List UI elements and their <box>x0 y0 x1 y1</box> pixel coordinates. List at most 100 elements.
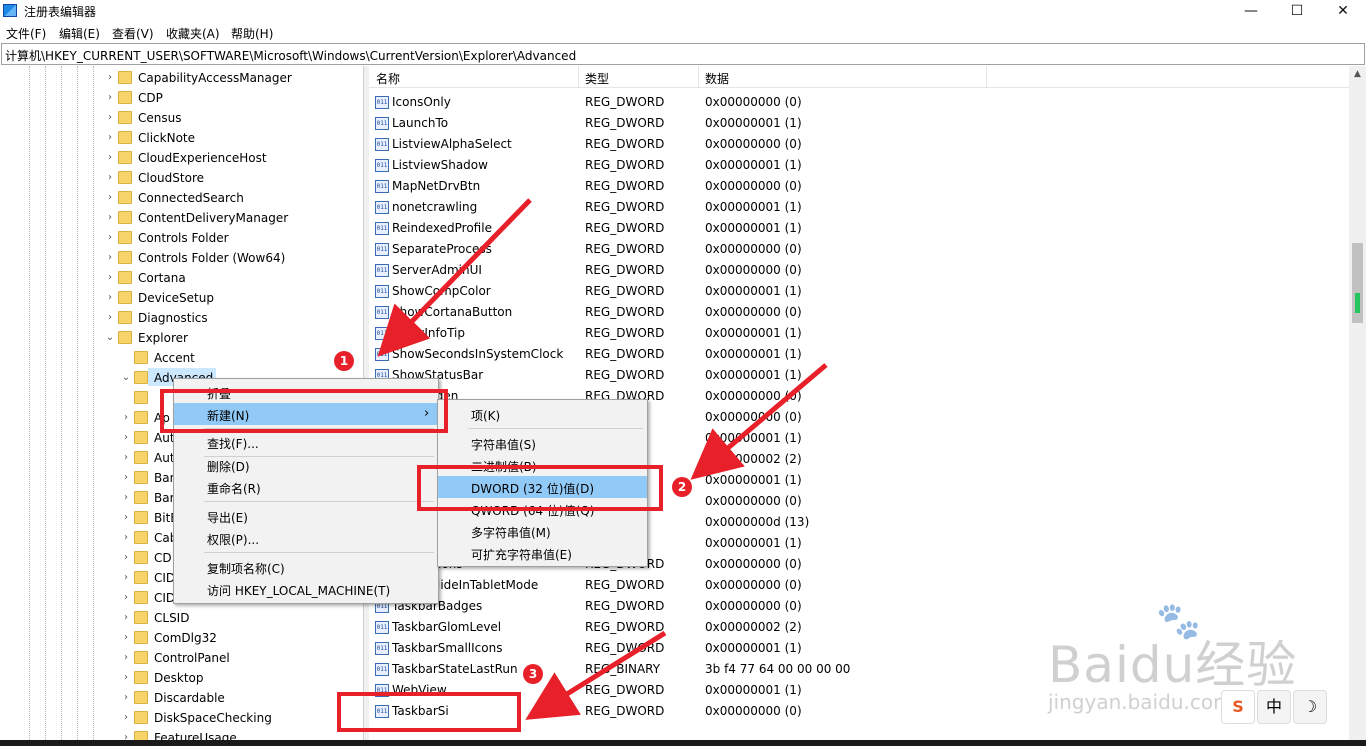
value-data: 0x00000000 (0) <box>705 704 802 718</box>
expand-arrow-icon[interactable]: › <box>104 92 116 103</box>
expand-arrow-icon[interactable]: › <box>120 532 132 543</box>
expand-arrow-icon[interactable]: › <box>120 652 132 663</box>
tree-node-label: Controls Folder (Wow64) <box>138 251 286 265</box>
folder-icon <box>134 491 148 504</box>
list-row[interactable]: 011 ListviewShadow REG_DWORD 0x00000001 (1) <box>369 155 1349 176</box>
folder-icon <box>118 191 132 204</box>
column-divider[interactable] <box>986 66 987 88</box>
expand-arrow-icon[interactable]: › <box>120 712 132 723</box>
list-row[interactable]: 011 SeparateProcess REG_DWORD 0x00000000 (0… <box>369 239 1349 260</box>
expand-arrow-icon[interactable]: › <box>120 432 132 443</box>
list-row[interactable]: 011 ListviewAlphaSelect REG_DWORD 0x0000000… <box>369 134 1349 155</box>
menu-view[interactable]: 查看(V) <box>112 25 154 42</box>
list-row[interactable]: 011 ShowCompColor REG_DWORD 0x00000001 (1) <box>369 281 1349 302</box>
expand-arrow-icon[interactable]: › <box>104 192 116 203</box>
submenu-item-multi-string[interactable]: 多字符串值(M) <box>438 520 647 542</box>
list-row[interactable]: 011 LaunchTo REG_DWORD 0x00000001 (1) <box>369 113 1349 134</box>
moon-icon[interactable]: ☽ <box>1293 690 1327 724</box>
expand-arrow-icon[interactable]: › <box>120 452 132 463</box>
menu-favorites[interactable]: 收藏夹(A) <box>166 25 220 42</box>
value-name: TaskbarStateLastRun <box>392 662 518 676</box>
submenu-item-string[interactable]: 字符串值(S) <box>438 432 647 454</box>
ime-chinese-mode-button[interactable]: 中 <box>1257 690 1291 724</box>
submenu-item-expandable-string[interactable]: 可扩充字符串值(E) <box>438 542 647 564</box>
list-row[interactable]: 011 MapNetDrvBtn REG_DWORD 0x00000000 (0) <box>369 176 1349 197</box>
expand-arrow-icon[interactable]: › <box>104 172 116 183</box>
expand-arrow-icon[interactable]: › <box>104 152 116 163</box>
list-row[interactable]: 011 nonetcrawling REG_DWORD 0x00000001 (1) <box>369 197 1349 218</box>
folder-icon <box>134 631 148 644</box>
value-type: REG_DWORD <box>585 200 665 214</box>
column-header-name[interactable]: 名称 <box>376 70 400 87</box>
expand-arrow-icon[interactable]: › <box>120 552 132 563</box>
value-type: REG_DWORD <box>585 221 665 235</box>
minimize-button[interactable]: — <box>1228 0 1274 22</box>
expand-arrow-icon[interactable]: › <box>120 672 132 683</box>
expand-arrow-icon[interactable]: › <box>120 572 132 583</box>
vertical-scrollbar[interactable]: ▲ <box>1349 66 1366 746</box>
tree-node-label: Discardable <box>154 691 225 705</box>
expand-arrow-icon[interactable]: › <box>104 212 116 223</box>
list-row[interactable]: 011 ShowInfoTip REG_DWORD 0x00000001 (1) <box>369 323 1349 344</box>
value-data: 0x00000001 (1) <box>705 473 802 487</box>
folder-icon <box>134 451 148 464</box>
expand-arrow-icon[interactable]: › <box>104 292 116 303</box>
expand-arrow-icon[interactable]: › <box>120 472 132 483</box>
tree-node-label: ControlPanel <box>154 651 230 665</box>
context-item-find[interactable]: 查找(F)... <box>174 431 438 453</box>
expand-arrow-icon[interactable]: › <box>120 492 132 503</box>
expand-arrow-icon[interactable]: › <box>104 72 116 83</box>
context-item-delete[interactable]: 删除(D) <box>174 454 438 476</box>
context-item-copy-key-name[interactable]: 复制项名称(C) <box>174 556 438 578</box>
value-type: REG_DWORD <box>585 158 665 172</box>
list-row[interactable]: 011 ShowSecondsInSystemClock REG_DWORD 0x00… <box>369 344 1349 365</box>
expand-arrow-icon[interactable]: › <box>120 412 132 423</box>
close-button[interactable]: ✕ <box>1320 0 1366 22</box>
list-row[interactable]: 011...AutoHideInTabletModeREG_DWORD0x000… <box>369 575 1349 596</box>
menu-file[interactable]: 文件(F) <box>6 25 46 42</box>
expand-arrow-icon[interactable]: › <box>120 512 132 523</box>
context-item-export[interactable]: 导出(E) <box>174 505 438 527</box>
expand-arrow-icon[interactable]: › <box>104 252 116 263</box>
tree-node-label: CapabilityAccessManager <box>138 71 292 85</box>
expand-arrow-icon[interactable]: › <box>104 132 116 143</box>
expand-arrow-icon[interactable]: ⌄ <box>120 372 132 383</box>
scroll-indicator-mark <box>1355 293 1360 313</box>
value-data: 0x00000000 (0) <box>705 389 802 403</box>
value-data: 0x00000002 (2) <box>705 620 802 634</box>
list-row[interactable]: 011 ShowCortanaButton REG_DWORD 0x00000000 … <box>369 302 1349 323</box>
expand-arrow-icon[interactable]: › <box>120 692 132 703</box>
column-header-type[interactable]: 类型 <box>585 70 609 87</box>
context-item-rename[interactable]: 重命名(R) <box>174 476 438 498</box>
expand-arrow-icon[interactable]: › <box>104 112 116 123</box>
value-name: IconsOnly <box>392 95 451 109</box>
context-item-permissions[interactable]: 权限(P)... <box>174 527 438 549</box>
value-data: 0x00000001 (1) <box>705 116 802 130</box>
expand-arrow-icon[interactable]: › <box>104 232 116 243</box>
expand-arrow-icon[interactable]: ⌄ <box>104 332 116 343</box>
expand-arrow-icon[interactable]: › <box>120 592 132 603</box>
list-row[interactable]: 011 ShowStatusBar REG_DWORD 0x00000001 (1) <box>369 365 1349 386</box>
folder-icon <box>134 431 148 444</box>
value-data: 0x00000001 (1) <box>705 158 802 172</box>
expand-arrow-icon[interactable]: › <box>120 632 132 643</box>
expand-arrow-icon[interactable]: › <box>104 312 116 323</box>
menu-edit[interactable]: 编辑(E) <box>59 25 100 42</box>
column-header-data[interactable]: 数据 <box>705 70 729 87</box>
context-item-go-hklm[interactable]: 访问 HKEY_LOCAL_MACHINE(T) <box>174 578 438 600</box>
value-name: TaskbarGlomLevel <box>392 620 502 634</box>
dword-value-icon: 011 <box>375 159 389 172</box>
column-divider[interactable] <box>698 66 699 88</box>
sogou-ime-icon[interactable]: S <box>1221 690 1255 724</box>
list-row[interactable]: 011 ServerAdminUI REG_DWORD 0x00000000 (0) <box>369 260 1349 281</box>
expand-arrow-icon[interactable]: › <box>120 612 132 623</box>
list-row[interactable]: 011 ReindexedProfile REG_DWORD 0x00000001 (… <box>369 218 1349 239</box>
scroll-up-icon[interactable]: ▲ <box>1349 66 1366 83</box>
maximize-button[interactable]: ☐ <box>1274 0 1320 22</box>
column-divider[interactable] <box>578 66 579 88</box>
list-row[interactable]: 011 IconsOnly REG_DWORD 0x00000000 (0) <box>369 92 1349 113</box>
menu-help[interactable]: 帮助(H) <box>231 25 273 42</box>
submenu-item-key[interactable]: 项(K) <box>438 403 647 425</box>
address-bar[interactable]: 计算机\HKEY_CURRENT_USER\SOFTWARE\Microsoft… <box>1 43 1365 65</box>
expand-arrow-icon[interactable]: › <box>104 272 116 283</box>
